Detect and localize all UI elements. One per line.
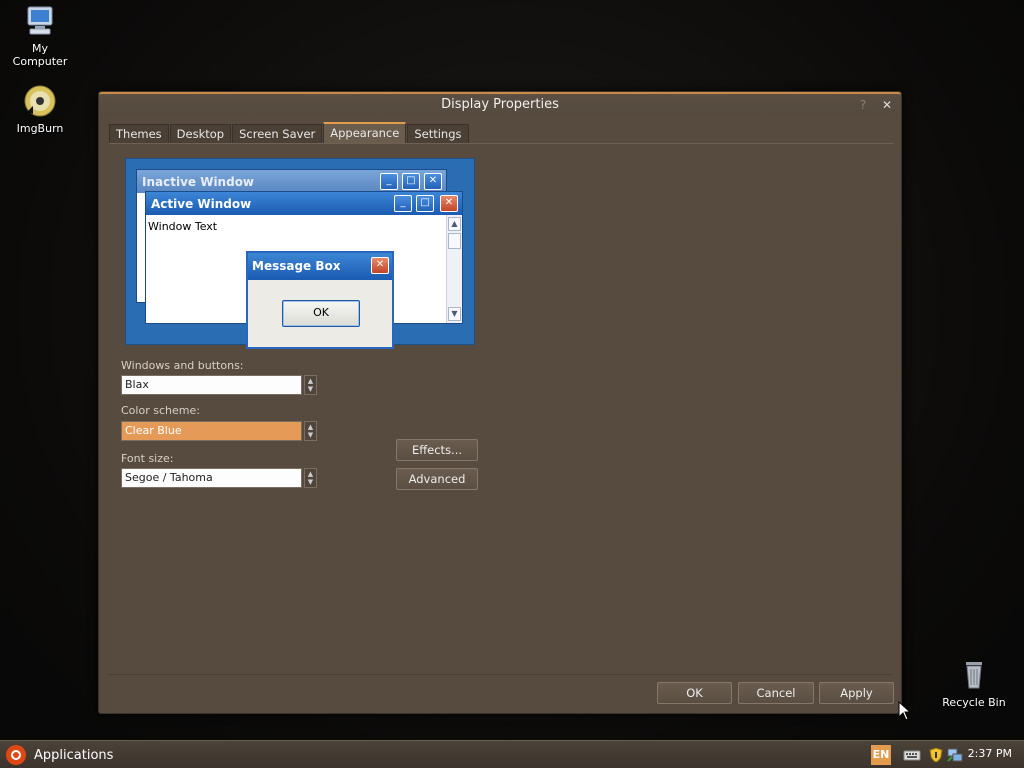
preview-ok-button: OK bbox=[282, 300, 360, 327]
close-icon: ✕ bbox=[440, 195, 458, 212]
windows-buttons-select[interactable]: Blax ▲ ▼ bbox=[121, 375, 317, 395]
mouse-cursor-icon bbox=[898, 701, 910, 721]
maximize-icon: □ bbox=[416, 195, 434, 212]
color-scheme-value[interactable]: Clear Blue bbox=[121, 421, 302, 441]
network-icon[interactable] bbox=[946, 745, 964, 765]
close-icon: ✕ bbox=[424, 173, 442, 190]
appearance-preview: Inactive Window _ □ ✕ Active Window _ □ … bbox=[125, 158, 475, 349]
windows-buttons-label: Windows and buttons: bbox=[121, 359, 244, 372]
tab-appearance[interactable]: Appearance bbox=[323, 122, 407, 143]
desktop-icon-label: ImgBurn bbox=[16, 122, 64, 135]
language-indicator[interactable]: EN bbox=[871, 745, 891, 765]
color-scheme-select[interactable]: Clear Blue ▲ ▼ bbox=[121, 421, 317, 441]
preview-active-window: Active Window _ □ ✕ Window Text ▲ ▼ Mess… bbox=[145, 191, 463, 349]
desktop-icon-my-computer[interactable]: My Computer bbox=[0, 4, 80, 68]
desktop-icon-label: Recycle Bin bbox=[942, 696, 1006, 709]
font-size-select[interactable]: Segoe / Tahoma ▲ ▼ bbox=[121, 468, 317, 488]
effects-button[interactable]: Effects... bbox=[396, 439, 478, 461]
spin-arrows-icon[interactable]: ▲ ▼ bbox=[304, 375, 317, 395]
preview-inactive-title: Inactive Window bbox=[137, 170, 446, 193]
cancel-button[interactable]: Cancel bbox=[738, 682, 814, 704]
spin-arrows-icon[interactable]: ▲ ▼ bbox=[304, 421, 317, 441]
preview-message-box: Message Box ✕ OK bbox=[246, 251, 394, 349]
divider bbox=[107, 674, 893, 675]
minimize-icon: _ bbox=[394, 195, 412, 212]
preview-scrollbar: ▲ ▼ bbox=[446, 215, 462, 323]
tab-bar: Themes Desktop Screen Saver Appearance S… bbox=[109, 122, 470, 144]
font-size-label: Font size: bbox=[121, 452, 174, 465]
advanced-button[interactable]: Advanced bbox=[396, 468, 478, 490]
trash-icon bbox=[957, 658, 991, 692]
close-icon[interactable]: ✕ bbox=[879, 97, 895, 113]
scroll-up-icon: ▲ bbox=[448, 217, 461, 231]
tab-desktop[interactable]: Desktop bbox=[169, 124, 232, 143]
tab-settings[interactable]: Settings bbox=[407, 124, 469, 143]
ok-button[interactable]: OK bbox=[657, 682, 732, 704]
desktop-icon-label: My bbox=[31, 42, 48, 55]
appearance-panel: Inactive Window _ □ ✕ Active Window _ □ … bbox=[109, 143, 893, 674]
display-properties-window: Display Properties ? ✕ Themes Desktop Sc… bbox=[98, 91, 902, 714]
desktop-icon-imgburn[interactable]: ImgBurn bbox=[0, 84, 80, 135]
desktop-icon-recycle-bin[interactable]: Recycle Bin bbox=[934, 658, 1014, 709]
applications-label: Applications bbox=[34, 747, 114, 763]
scroll-thumb bbox=[448, 233, 461, 249]
desktop-icon-label: Computer bbox=[12, 55, 68, 68]
spin-arrows-icon[interactable]: ▲ ▼ bbox=[304, 468, 317, 488]
tab-themes[interactable]: Themes bbox=[109, 124, 169, 143]
applications-menu[interactable]: Applications bbox=[6, 744, 113, 766]
preview-active-title: Active Window bbox=[146, 192, 462, 215]
window-title: Display Properties bbox=[441, 97, 559, 112]
windows-buttons-value[interactable]: Blax bbox=[121, 375, 302, 395]
computer-icon bbox=[23, 4, 57, 38]
maximize-icon: □ bbox=[402, 173, 420, 190]
keyboard-icon[interactable] bbox=[903, 745, 921, 765]
taskbar: Applications EN 2:37 PM bbox=[0, 740, 1024, 768]
window-titlebar[interactable]: Display Properties ? ✕ bbox=[99, 92, 901, 116]
scroll-down-icon: ▼ bbox=[448, 307, 461, 321]
font-size-value[interactable]: Segoe / Tahoma bbox=[121, 468, 302, 488]
apply-button[interactable]: Apply bbox=[819, 682, 894, 704]
preview-window-text: Window Text bbox=[148, 220, 218, 233]
minimize-icon: _ bbox=[380, 173, 398, 190]
tab-screen-saver[interactable]: Screen Saver bbox=[232, 124, 323, 143]
shield-icon[interactable] bbox=[928, 745, 944, 765]
color-scheme-label: Color scheme: bbox=[121, 404, 200, 417]
clock[interactable]: 2:37 PM bbox=[968, 747, 1012, 760]
close-icon: ✕ bbox=[371, 257, 389, 274]
disc-icon bbox=[23, 84, 57, 118]
help-icon[interactable]: ? bbox=[855, 97, 871, 113]
ubuntu-logo-icon bbox=[6, 745, 26, 765]
